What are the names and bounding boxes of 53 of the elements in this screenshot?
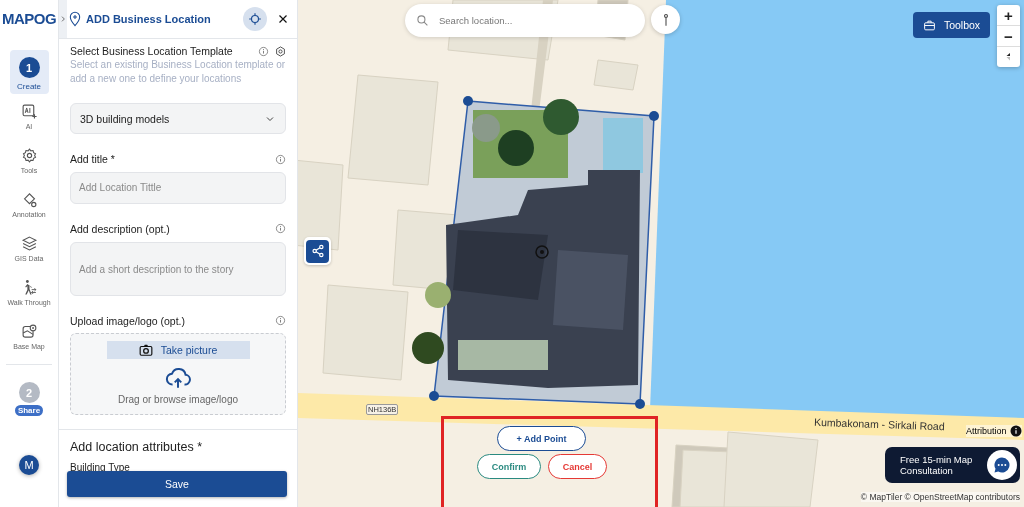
search-field[interactable]: Search location... — [437, 14, 621, 27]
panel-title: ADD Business Location — [86, 13, 212, 25]
close-icon[interactable] — [277, 13, 289, 25]
chevron-right-icon — [59, 15, 67, 23]
cancel-button[interactable]: Cancel — [548, 454, 607, 479]
info-icon[interactable] — [1009, 425, 1022, 437]
search-icon — [416, 14, 429, 27]
map-pin-icon — [20, 322, 38, 340]
section-hint: Select an existing Business Location template or add a new one to define your locations — [70, 58, 286, 86]
field-label: Add title * — [70, 153, 115, 166]
locate-button[interactable] — [243, 7, 267, 31]
step-label: Share — [14, 405, 44, 416]
crosshair-icon — [248, 12, 262, 26]
gear-icon — [20, 146, 38, 164]
zoom-out-button[interactable]: − — [997, 26, 1020, 47]
settings-icon[interactable] — [275, 45, 286, 57]
section-heading: Select Business Location Template — [70, 45, 233, 57]
location-pin-icon — [67, 11, 83, 27]
confirm-button[interactable]: Confirm — [477, 454, 541, 479]
description-textarea[interactable]: Add a short description to the story — [70, 241, 286, 296]
field-label: Upload image/logo (opt.) — [70, 314, 185, 327]
save-button[interactable]: Save — [67, 471, 287, 497]
take-picture-button[interactable]: Take picture — [106, 340, 250, 359]
add-point-button[interactable]: + Add Point — [497, 426, 586, 451]
step-number: 1 — [18, 57, 40, 78]
road-name: Kumbakonam - Sirkali Road — [813, 415, 945, 433]
step-tab[interactable]: 2 Share — [9, 375, 49, 419]
toolbox-button[interactable]: Toolbox — [913, 12, 990, 38]
chat-button[interactable] — [987, 450, 1017, 480]
ai-sparkle-icon — [20, 102, 38, 120]
logo: MAPOG — [1, 8, 57, 29]
title-input[interactable]: Add Location Tittle — [70, 172, 286, 204]
dropzone-text: Drag or browse image/logo — [117, 393, 239, 405]
upload-dropzone[interactable]: Take picture Drag or browse image/logo — [70, 332, 286, 415]
chat-icon — [992, 455, 1012, 475]
consultation-banner[interactable]: Free 15-min Map Consultation — [885, 447, 1020, 483]
map-copyright: © MapTiler © OpenStreetMap contributors — [860, 492, 1020, 502]
section-heading: Add location attributes * — [70, 440, 204, 454]
search-bar[interactable]: Search location... — [405, 4, 645, 37]
user-avatar[interactable]: M — [19, 455, 39, 475]
share-button[interactable] — [304, 237, 331, 265]
attribution-label: Attribution — [966, 426, 1007, 436]
toolbox-icon — [922, 18, 936, 32]
zoom-in-button[interactable]: + — [997, 5, 1020, 26]
template-dropdown[interactable]: 3D building models — [70, 103, 286, 135]
consultation-text: Free 15-min Map Consultation — [900, 454, 974, 476]
step-tab[interactable]: 1 Create — [9, 50, 49, 94]
layers-icon — [20, 234, 38, 252]
step-number: 2 — [18, 382, 40, 403]
share-nodes-icon — [309, 243, 326, 259]
step-label: Create — [17, 82, 41, 91]
camera-icon — [138, 342, 153, 357]
field-label: Add description (opt.) — [70, 222, 170, 235]
